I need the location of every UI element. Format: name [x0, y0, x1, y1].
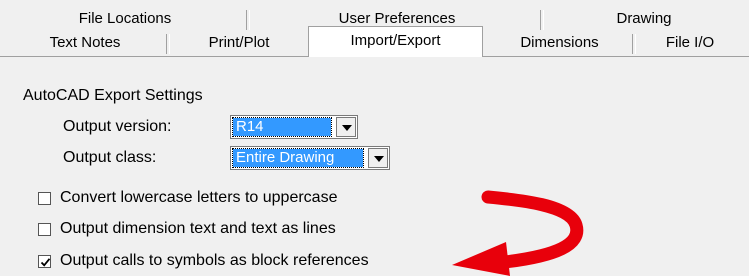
- tab-import-export[interactable]: Import/Export: [308, 26, 483, 57]
- checkbox-box[interactable]: [38, 223, 51, 236]
- output-version-label: Output version:: [63, 118, 172, 135]
- output-version-select[interactable]: R14: [230, 115, 358, 139]
- tab-label: Dimensions: [520, 34, 599, 51]
- section-title: AutoCAD Export Settings: [23, 87, 203, 104]
- tab-label: File I/O: [665, 34, 715, 51]
- checkbox-box[interactable]: [38, 255, 51, 268]
- output-version-value: R14: [232, 117, 332, 137]
- tab-print-plot[interactable]: Print/Plot: [170, 30, 308, 56]
- checkmark-icon: [40, 258, 51, 267]
- output-class-select[interactable]: Entire Drawing: [230, 146, 390, 170]
- chevron-down-icon: [374, 156, 384, 162]
- checkbox-label: Output dimension text and text as lines: [60, 220, 336, 237]
- output-class-label: Output class:: [63, 149, 157, 166]
- tab-dimensions[interactable]: Dimensions: [483, 30, 636, 56]
- tab-label: Print/Plot: [208, 34, 270, 51]
- dropdown-button[interactable]: [368, 148, 388, 168]
- checkbox-label: Convert lowercase letters to uppercase: [60, 189, 338, 206]
- tab-file-locations[interactable]: File Locations: [0, 6, 250, 32]
- output-class-value: Entire Drawing: [232, 148, 364, 168]
- tab-label: File Locations: [78, 10, 172, 27]
- tab-label: Import/Export: [350, 32, 441, 49]
- tab-label: User Preferences: [338, 10, 456, 27]
- tab-text-notes[interactable]: Text Notes: [0, 30, 170, 56]
- import-export-panel: AutoCAD Export Settings Output version: …: [0, 57, 749, 276]
- tab-drawing[interactable]: Drawing: [544, 6, 744, 32]
- tab-label: Drawing: [616, 10, 672, 27]
- dropdown-button[interactable]: [336, 117, 356, 137]
- checkbox-box[interactable]: [38, 192, 51, 205]
- tab-file-io[interactable]: File I/O: [636, 30, 744, 56]
- chevron-down-icon: [342, 125, 352, 131]
- checkbox-label: Output calls to symbols as block referen…: [60, 252, 369, 269]
- options-dialog: File Locations User Preferences Drawing …: [0, 0, 749, 276]
- tab-label: Text Notes: [49, 34, 121, 51]
